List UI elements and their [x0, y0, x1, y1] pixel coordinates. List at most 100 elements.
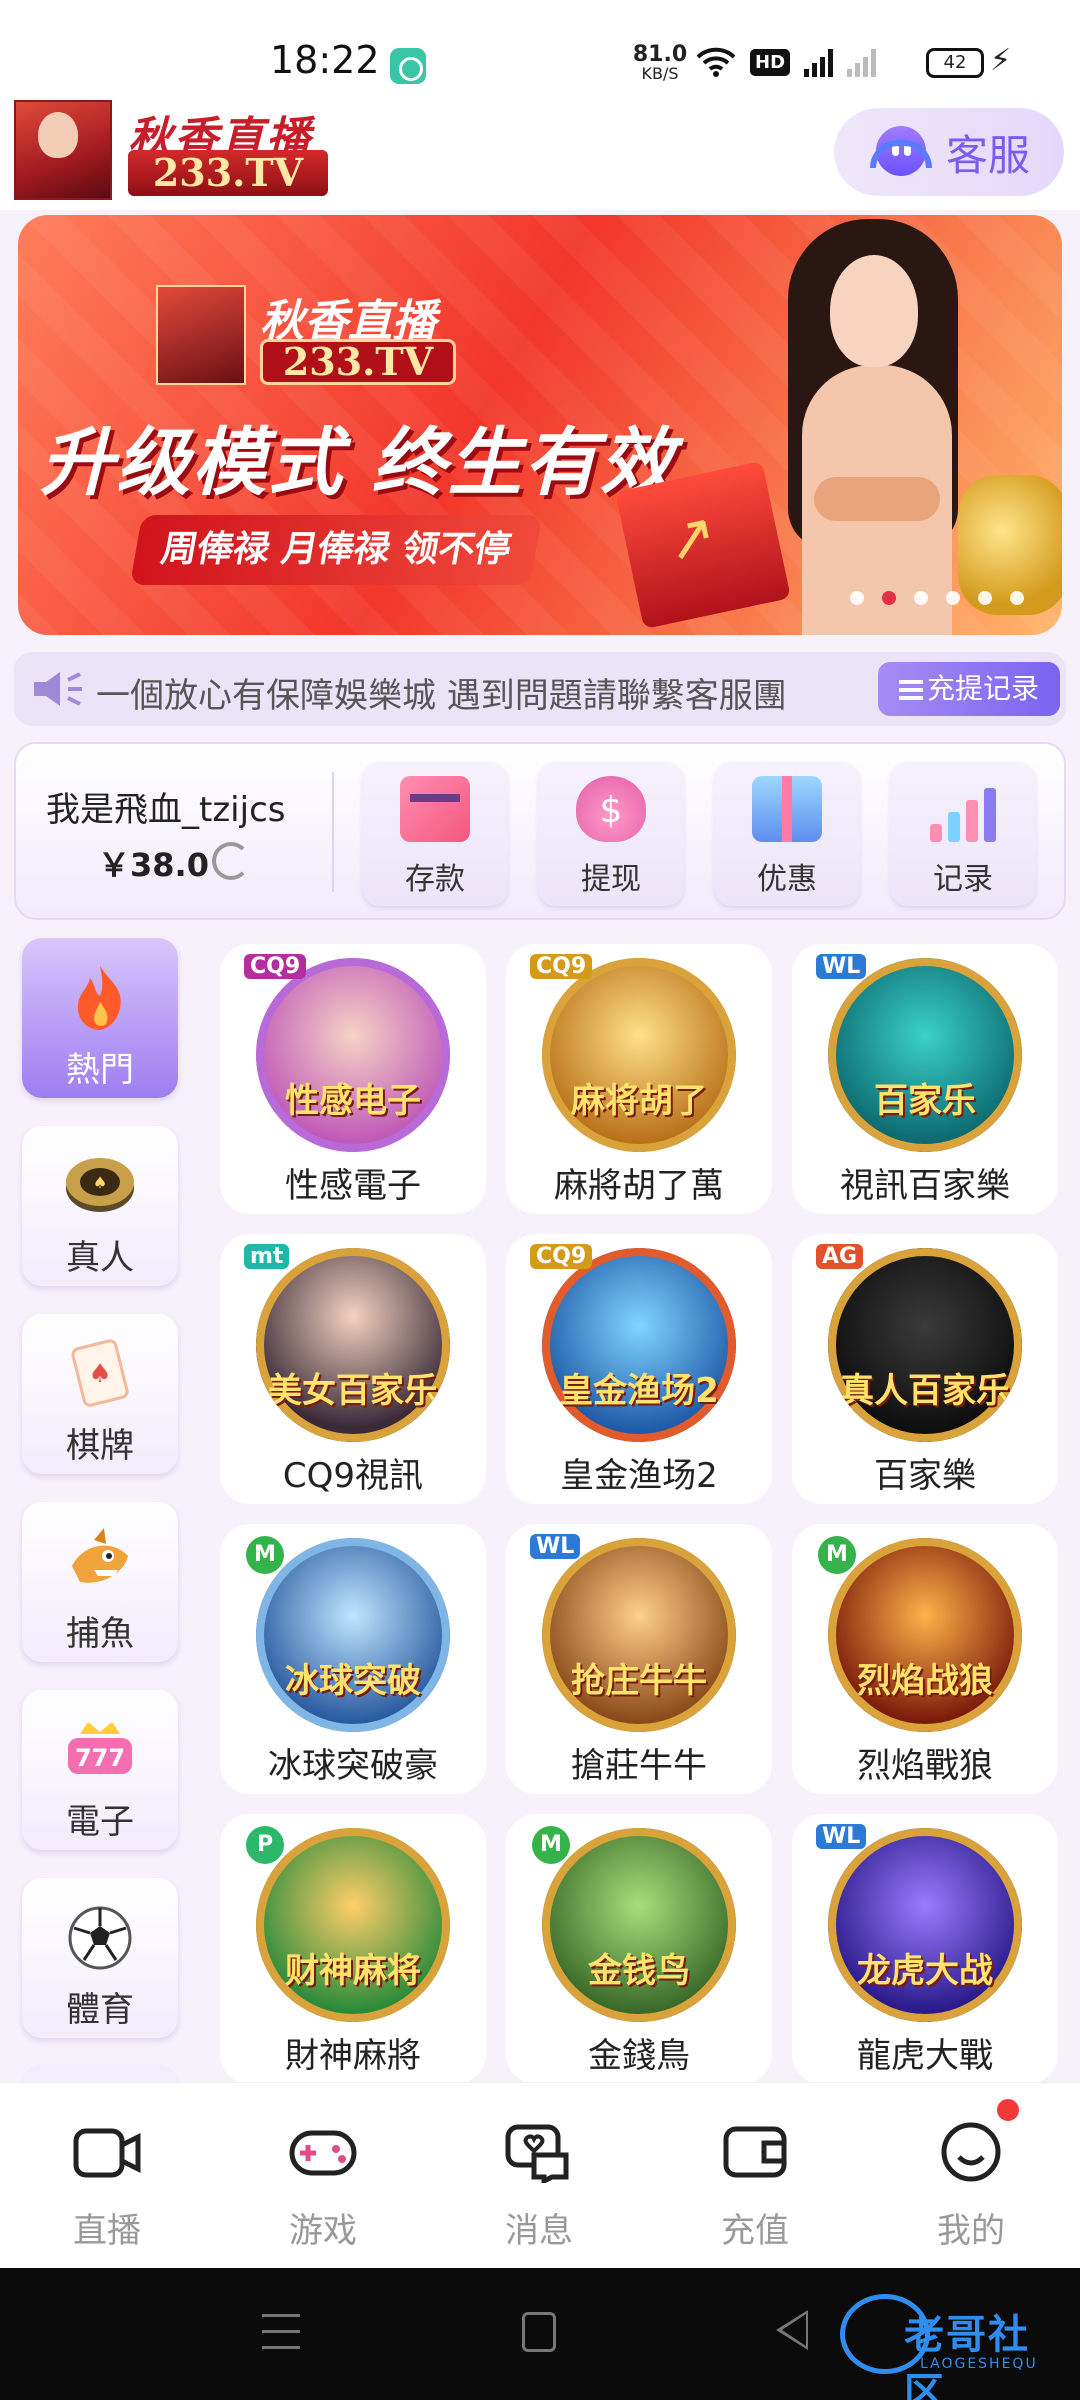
nav-messages[interactable]: 消息	[464, 2107, 614, 2257]
customer-service-button[interactable]: 客服	[834, 108, 1064, 196]
promotions-label: 优惠	[757, 862, 817, 897]
watermark-text: 老哥社区	[904, 2312, 1030, 2400]
game-art-caption: 烈焰战狼	[857, 1661, 993, 1701]
game-card[interactable]: 冰球突破 M 冰球突破豪	[220, 1524, 486, 1794]
banner-dot[interactable]	[1010, 591, 1024, 605]
game-name: 麻將胡了萬	[554, 1166, 724, 1206]
gift-icon	[752, 776, 822, 842]
category-item-partial[interactable]	[22, 2064, 178, 2084]
fire-icon	[64, 962, 136, 1032]
hd-voice-icon: HD	[750, 48, 791, 76]
game-name: 冰球突破豪	[268, 1746, 438, 1786]
game-card[interactable]: 烈焰战狼 M 烈焰戰狼	[792, 1524, 1058, 1794]
game-name: CQ9視訊	[282, 1456, 424, 1496]
chat-heart-icon	[504, 2121, 574, 2186]
game-art: 皇金渔场2	[542, 1248, 736, 1442]
provider-badge: CQ9	[530, 954, 593, 979]
records-button[interactable]: 记录	[890, 762, 1036, 906]
nav-label: 直播	[73, 2211, 141, 2251]
slot-777-icon: 777	[64, 1714, 136, 1784]
game-card[interactable]: 性感电子 CQ9 性感電子	[220, 944, 486, 1214]
promotions-button[interactable]: 优惠	[714, 762, 860, 906]
gamepad-icon	[288, 2121, 358, 2183]
category-slots[interactable]: 777 電子	[22, 1690, 178, 1850]
banner-logo-image	[156, 285, 246, 385]
game-art-caption: 麻将胡了	[571, 1081, 707, 1121]
recent-apps-icon[interactable]	[262, 2314, 300, 2350]
wallet-panel: 我是飛血_tzijcs ￥38.0 存款 $ 提现 优惠 记录	[14, 742, 1066, 920]
divider	[332, 772, 334, 892]
banner-subtitle: 周俸禄 月俸禄 领不停	[129, 515, 543, 585]
banner-dot[interactable]	[850, 591, 864, 605]
nav-label: 消息	[505, 2211, 573, 2251]
balance: ￥38.0	[98, 846, 209, 884]
smile-icon	[936, 2121, 1006, 2183]
game-art-caption: 财神麻将	[285, 1951, 421, 1991]
banner-headline: 升级模式 终生有效	[40, 420, 676, 506]
game-card[interactable]: 抢庄牛牛 WL 搶莊牛牛	[506, 1524, 772, 1794]
game-card[interactable]: 金钱鸟 M 金錢鳥	[506, 1814, 772, 2084]
banner-logo-domain: 233.TV	[260, 339, 456, 385]
provider-badge: AG	[816, 1244, 864, 1269]
announcement-bar: 一個放心有保障娛樂城 遇到問題請聯繫客服團 充提记录	[14, 652, 1066, 726]
game-art: 抢庄牛牛	[542, 1538, 736, 1732]
banner-dot[interactable]	[978, 591, 992, 605]
category-hot[interactable]: 熱門	[22, 938, 178, 1098]
deposit-button[interactable]: 存款	[362, 762, 508, 906]
wallet-icon	[720, 2121, 790, 2183]
game-art-caption: 皇金渔场2	[559, 1371, 719, 1411]
provider-badge: P	[246, 1826, 284, 1864]
logo-image	[14, 100, 112, 200]
promo-banner[interactable]: 秋香直播 233.TV 升级模式 终生有效 周俸禄 月俸禄 领不停	[18, 215, 1062, 635]
card-icon	[400, 776, 470, 842]
network-speed: 81.0 KB/S	[628, 44, 692, 82]
status-bar: 18:22 81.0 KB/S HD 42 ⚡	[0, 0, 1080, 100]
category-label: 熱門	[66, 1050, 134, 1090]
customer-service-label: 客服	[945, 130, 1030, 180]
game-art-caption: 美女百家乐	[268, 1371, 438, 1411]
home-icon[interactable]	[522, 2312, 556, 2352]
nav-games[interactable]: 游戏	[248, 2107, 398, 2257]
nav-live[interactable]: 直播	[32, 2107, 182, 2257]
game-card[interactable]: 龙虎大战 WL 龍虎大戰	[792, 1814, 1058, 2084]
provider-badge: WL	[816, 954, 867, 979]
category-cards[interactable]: ♠ 棋牌	[22, 1314, 178, 1474]
system-navigation-bar: 老哥社区 LAOGESHEQU	[0, 2268, 1080, 2400]
network-speed-unit: KB/S	[641, 64, 679, 83]
game-card[interactable]: 财神麻将 P 財神麻將	[220, 1814, 486, 2084]
provider-badge: WL	[530, 1534, 581, 1559]
game-card[interactable]: 真人百家乐 AG 百家樂	[792, 1234, 1058, 1504]
category-fishing[interactable]: 捕魚	[22, 1502, 178, 1662]
deposit-withdraw-records-button[interactable]: 充提记录	[878, 662, 1060, 716]
game-art-caption: 龙虎大战	[857, 1951, 993, 1991]
game-art: 金钱鸟	[542, 1828, 736, 2022]
game-card[interactable]: 皇金渔场2 CQ9 皇金渔场2	[506, 1234, 772, 1504]
bar-chart-icon	[928, 776, 998, 842]
refresh-icon[interactable]	[212, 842, 250, 880]
game-art-caption: 百家乐	[874, 1081, 976, 1121]
game-card[interactable]: 麻将胡了 CQ9 麻將胡了萬	[506, 944, 772, 1214]
nav-profile[interactable]: 我的	[896, 2107, 1046, 2257]
banner-dot-active[interactable]	[882, 591, 896, 605]
nav-label: 游戏	[289, 2211, 357, 2251]
category-live[interactable]: ♠ 真人	[22, 1126, 178, 1286]
game-art: 美女百家乐	[256, 1248, 450, 1442]
game-card[interactable]: 百家乐 WL 視訊百家樂	[792, 944, 1058, 1214]
category-sports[interactable]: 體育	[22, 1878, 178, 2038]
banner-dot[interactable]	[946, 591, 960, 605]
game-art-caption: 真人百家乐	[840, 1371, 1010, 1411]
game-name: 百家樂	[874, 1456, 976, 1496]
withdraw-button[interactable]: $ 提现	[538, 762, 684, 906]
nav-recharge[interactable]: 充值	[680, 2107, 830, 2257]
game-card[interactable]: 美女百家乐 mt CQ9視訊	[220, 1234, 486, 1504]
game-art-caption: 冰球突破	[285, 1661, 421, 1701]
provider-badge: M	[246, 1536, 284, 1574]
banner-pagination[interactable]	[850, 591, 1024, 605]
casino-chip-icon: ♠	[64, 1150, 136, 1220]
banner-dot[interactable]	[914, 591, 928, 605]
back-icon[interactable]	[776, 2310, 808, 2350]
playing-card-icon: ♠	[64, 1338, 136, 1408]
app-header: 秋香直播 233.TV 客服	[0, 100, 1080, 210]
records-label: 记录	[933, 862, 993, 897]
svg-text:♠: ♠	[88, 1359, 111, 1389]
